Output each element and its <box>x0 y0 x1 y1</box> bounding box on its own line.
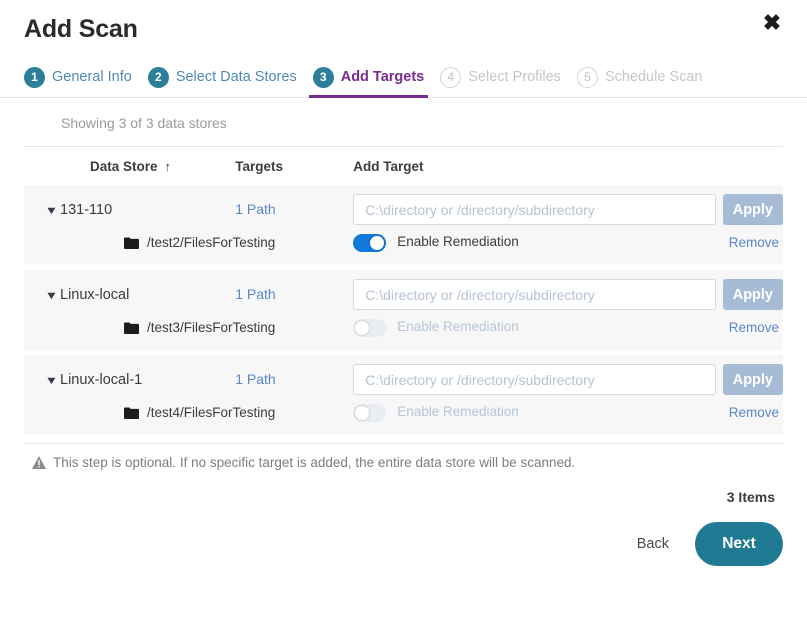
remove-target-link[interactable]: Remove <box>729 235 779 250</box>
add-target-cell: Apply <box>353 268 783 317</box>
add-target-input[interactable] <box>353 279 716 310</box>
dialog-body: Showing 3 of 3 data stores Data Store ↑ T… <box>0 98 807 505</box>
data-store-group: ▼ 131-110 1 Path Apply <box>24 185 783 268</box>
paths-link[interactable]: 1 Path <box>235 201 275 217</box>
table-row: ▼ Linux-local 1 Path Apply <box>24 268 783 317</box>
step-number: 5 <box>576 66 598 88</box>
enable-remediation-toggle[interactable] <box>353 404 387 422</box>
data-store-group: ▼ Linux-local-1 1 Path Apply <box>24 352 783 435</box>
step-number: 2 <box>147 66 169 88</box>
step-label: Select Data Stores <box>175 69 297 85</box>
page-title: Add Scan <box>24 15 138 43</box>
enable-remediation-label: Enable Remediation <box>397 234 519 249</box>
add-target-cell: Apply <box>353 353 783 402</box>
step-schedule-scan: 5 Schedule Scan <box>576 59 703 97</box>
close-icon[interactable]: ✖ <box>759 10 785 36</box>
target-path-cell: /test4/FilesForTesting <box>24 401 353 435</box>
add-target-input[interactable] <box>353 364 716 395</box>
enable-remediation-label: Enable Remediation <box>397 319 519 334</box>
column-header-add-target: Add Target <box>353 146 783 185</box>
step-label: Select Profiles <box>468 69 561 85</box>
remove-target-link[interactable]: Remove <box>729 405 779 420</box>
sort-ascending-icon[interactable]: ↑ <box>165 159 172 174</box>
target-path-cell: /test3/FilesForTesting <box>24 316 353 353</box>
remediation-cell: Enable Remediation <box>353 401 656 435</box>
apply-button[interactable]: Apply <box>722 364 783 395</box>
data-store-name: Linux-local <box>60 286 130 303</box>
toggle-knob <box>355 406 370 420</box>
step-select-profiles: 4 Select Profiles <box>440 59 561 97</box>
table-header-row: Data Store ↑ Targets Add Target <box>24 146 783 185</box>
toggle-knob <box>370 236 385 250</box>
data-store-name: 131-110 <box>60 201 113 218</box>
expand-collapse-cell[interactable]: ▼ <box>24 185 60 231</box>
target-path-label: /test3/FilesForTesting <box>147 320 276 335</box>
enable-remediation-toggle[interactable] <box>353 319 387 337</box>
remediation-cell: Enable Remediation <box>353 231 656 268</box>
targets-table: Data Store ↑ Targets Add Target ▼ 131-110… <box>24 146 783 435</box>
remove-cell: Remove <box>656 316 783 353</box>
add-target-cell: Apply <box>353 185 783 231</box>
warning-triangle-icon <box>32 456 46 469</box>
data-store-group: ▼ Linux-local 1 Path Apply <box>24 267 783 353</box>
remove-cell: Remove <box>656 401 783 435</box>
remediation-cell: Enable Remediation <box>353 316 656 353</box>
step-label: Schedule Scan <box>604 69 703 85</box>
dialog-header: Add Scan ✖ <box>0 0 807 46</box>
step-number: 4 <box>440 66 462 88</box>
table-row: ▼ Linux-local-1 1 Path Apply <box>24 353 783 402</box>
expand-collapse-cell[interactable]: ▼ <box>24 268 60 317</box>
enable-remediation-label: Enable Remediation <box>397 404 519 419</box>
chevron-down-icon[interactable]: ▼ <box>45 290 59 302</box>
chevron-down-icon[interactable]: ▼ <box>45 375 59 387</box>
data-store-name: Linux-local-1 <box>60 371 143 388</box>
optional-step-note: This step is optional. If no specific ta… <box>24 443 783 470</box>
add-target-input[interactable] <box>353 194 716 225</box>
folder-icon <box>124 407 139 419</box>
target-path-row: /test3/FilesForTesting Enable Remediatio… <box>24 316 783 353</box>
column-header-data-store[interactable]: Data Store ↑ <box>24 146 236 185</box>
step-label: General Info <box>52 69 132 85</box>
toggle-knob <box>355 321 370 335</box>
step-label: Add Targets <box>340 69 425 85</box>
paths-count-cell: 1 Path <box>235 353 353 402</box>
optional-step-note-text: This step is optional. If no specific ta… <box>53 455 576 470</box>
enable-remediation-toggle[interactable] <box>353 234 387 252</box>
table-row: ▼ 131-110 1 Path Apply <box>24 185 783 231</box>
stepper-container: 1 General Info 2 Select Data Stores 3 Ad… <box>0 59 807 98</box>
apply-button[interactable]: Apply <box>722 194 783 225</box>
step-number: 1 <box>24 66 45 88</box>
stepper: 1 General Info 2 Select Data Stores 3 Ad… <box>24 59 783 98</box>
dialog-footer: Back Next <box>0 505 807 566</box>
step-select-data-stores[interactable]: 2 Select Data Stores <box>147 59 297 97</box>
folder-icon <box>124 237 139 249</box>
back-button[interactable]: Back <box>637 536 669 552</box>
column-header-label: Data Store <box>90 159 158 174</box>
showing-count-text: Showing 3 of 3 data stores <box>61 115 227 131</box>
target-path-cell: /test2/FilesForTesting <box>24 231 353 268</box>
expand-collapse-cell[interactable]: ▼ <box>24 353 60 402</box>
chevron-down-icon[interactable]: ▼ <box>45 205 59 217</box>
paths-link[interactable]: 1 Path <box>235 371 275 387</box>
step-add-targets[interactable]: 3 Add Targets <box>308 59 428 98</box>
remove-target-link[interactable]: Remove <box>729 320 779 335</box>
target-path-row: /test2/FilesForTesting Enable Remediatio… <box>24 231 783 268</box>
paths-count-cell: 1 Path <box>235 268 353 317</box>
step-number: 3 <box>312 66 334 88</box>
target-path-label: /test2/FilesForTesting <box>147 235 276 250</box>
folder-icon <box>124 322 139 334</box>
remove-cell: Remove <box>656 231 783 268</box>
items-count: 3 Items <box>726 489 775 505</box>
target-path-row: /test4/FilesForTesting Enable Remediatio… <box>24 401 783 435</box>
apply-button[interactable]: Apply <box>722 279 783 310</box>
target-path-label: /test4/FilesForTesting <box>147 405 276 420</box>
paths-count-cell: 1 Path <box>235 185 353 231</box>
next-button[interactable]: Next <box>695 522 783 566</box>
step-general-info[interactable]: 1 General Info <box>24 59 132 97</box>
column-header-targets[interactable]: Targets <box>235 146 354 185</box>
paths-link[interactable]: 1 Path <box>235 286 275 302</box>
